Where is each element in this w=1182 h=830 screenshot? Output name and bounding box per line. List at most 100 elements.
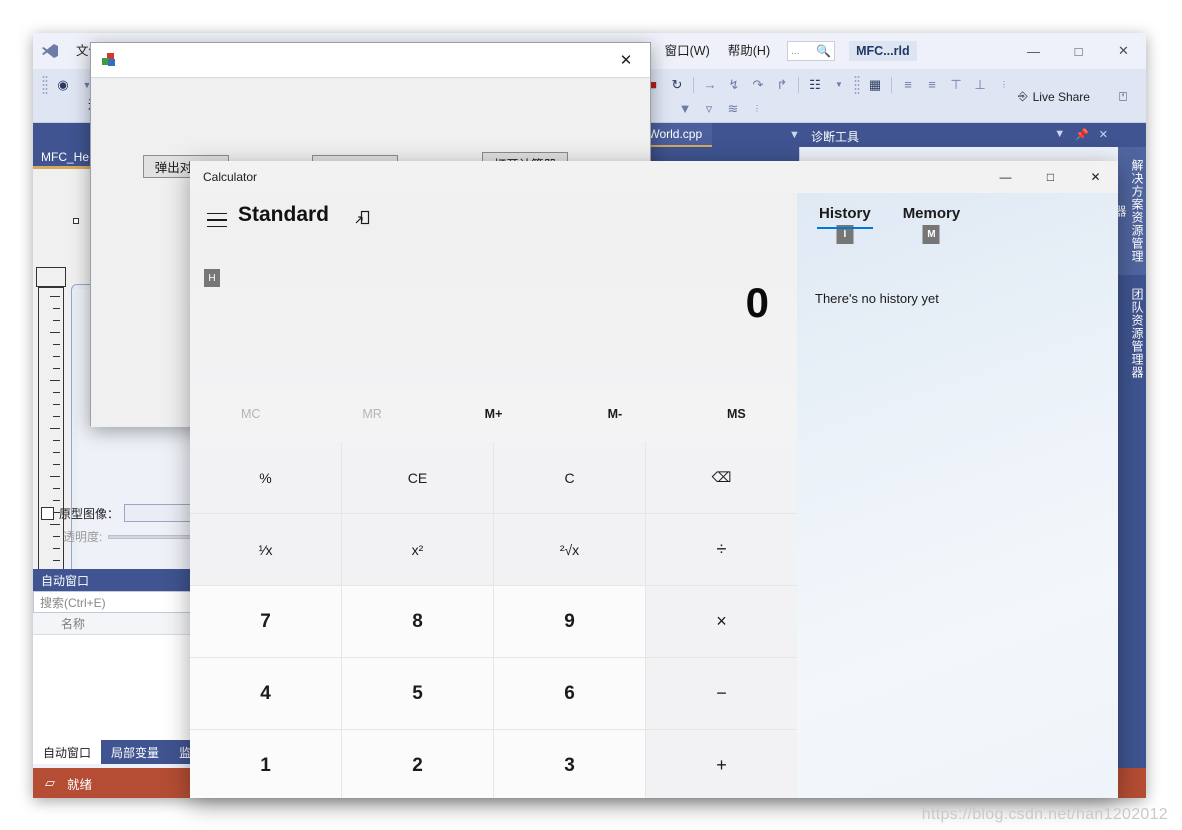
memory-subtract-button[interactable]: M- bbox=[554, 407, 675, 421]
key-square[interactable]: x² bbox=[342, 514, 493, 585]
chevron-down-icon[interactable]: ▼ bbox=[827, 73, 851, 97]
menu-window[interactable]: 窗口(W) bbox=[656, 33, 719, 69]
vs-window-controls: — □ ✕ bbox=[1011, 33, 1146, 69]
tab-overflow-icon[interactable]: ▼ bbox=[789, 129, 800, 141]
tab-history-access-key-badge: I bbox=[836, 225, 854, 244]
key-5[interactable]: 5 bbox=[342, 658, 493, 729]
size-icon[interactable]: ≋ bbox=[721, 97, 745, 121]
align-bottom-icon[interactable]: ⊥ bbox=[968, 73, 992, 97]
autos-column-name: 名称 bbox=[61, 617, 86, 631]
calculator-minimize-button[interactable]: — bbox=[983, 161, 1028, 193]
navigate-back-icon[interactable]: ◉ bbox=[51, 73, 75, 97]
tab-locals[interactable]: 局部变量 bbox=[101, 740, 169, 764]
tab-memory-access-key-badge: M bbox=[922, 225, 940, 244]
key-multiply[interactable]: × bbox=[646, 586, 797, 657]
screen-root: 文件(F) 扩展(X) 窗口(W) 帮助(H) ... 🔍 MFC...rld … bbox=[0, 0, 1182, 830]
key-7[interactable]: 7 bbox=[190, 586, 341, 657]
key-2[interactable]: 2 bbox=[342, 730, 493, 798]
mfc-close-button[interactable]: ✕ bbox=[606, 44, 646, 77]
live-share-icon: ⎆ bbox=[1018, 89, 1028, 103]
dock-tab-solution-explorer[interactable]: 解决方案资源管理器 bbox=[1113, 147, 1146, 275]
align-right-icon[interactable]: ≡ bbox=[920, 73, 944, 97]
prototype-image-checkbox[interactable] bbox=[41, 506, 54, 520]
tab-autos[interactable]: 自动窗口 bbox=[33, 740, 102, 764]
project-title: MFC...rld bbox=[849, 41, 917, 61]
key-divide[interactable]: ÷ bbox=[646, 514, 797, 585]
calculator-main-pane: Standard H 0 MC MR M+ M- MS % CE C ⌫ ¹∕x… bbox=[190, 193, 797, 798]
toolbar-grip[interactable] bbox=[42, 74, 48, 95]
step-over-icon[interactable]: → bbox=[698, 73, 722, 97]
vs-close-button[interactable]: ✕ bbox=[1101, 33, 1146, 69]
autos-search-placeholder: 搜索(Ctrl+E) bbox=[40, 595, 106, 610]
panel-close-icon[interactable]: ✕ bbox=[1099, 128, 1108, 141]
dock-tab-team-explorer[interactable]: 团队资源管理器 bbox=[1118, 279, 1146, 387]
key-backspace[interactable]: ⌫ bbox=[646, 442, 797, 513]
key-clear[interactable]: C bbox=[494, 442, 645, 513]
mode-access-key-badge: H bbox=[204, 269, 220, 287]
memory-clear-button[interactable]: MC bbox=[190, 407, 311, 421]
breakpoints-icon[interactable]: ☷ bbox=[803, 73, 827, 97]
overflow-icon[interactable]: ⋮ bbox=[745, 97, 769, 121]
mfc-app-icon bbox=[101, 52, 117, 68]
history-memory-tabs: History I Memory M bbox=[817, 205, 960, 244]
key-percent[interactable]: % bbox=[190, 442, 341, 513]
calculator-window: Calculator — □ ✕ Standard H 0 MC MR M+ M… bbox=[190, 161, 1118, 798]
ruler-thumb[interactable] bbox=[36, 267, 66, 287]
resize-handle[interactable] bbox=[73, 218, 79, 224]
key-3[interactable]: 3 bbox=[494, 730, 645, 798]
windows-list-icon[interactable]: ▦ bbox=[863, 73, 887, 97]
calculator-display: 0 bbox=[745, 279, 769, 326]
key-clear-entry[interactable]: CE bbox=[342, 442, 493, 513]
vs-search-text: ... bbox=[791, 45, 800, 57]
tab-history[interactable]: History I bbox=[817, 205, 873, 244]
vs-minimize-button[interactable]: — bbox=[1011, 33, 1056, 69]
overflow-icon[interactable]: ⋮ bbox=[992, 73, 1016, 97]
status-glyph-icon: ▱ bbox=[45, 775, 55, 790]
search-icon: 🔍 bbox=[816, 44, 832, 58]
calculator-titlebar: Calculator — □ ✕ bbox=[190, 161, 1118, 193]
align-top-icon[interactable]: ⊤ bbox=[944, 73, 968, 97]
key-add[interactable]: + bbox=[646, 730, 797, 798]
transparency-label: 透明度: bbox=[63, 530, 103, 544]
memory-add-button[interactable]: M+ bbox=[433, 407, 554, 421]
key-9[interactable]: 9 bbox=[494, 586, 645, 657]
calculator-window-controls: — □ ✕ bbox=[983, 161, 1118, 193]
prototype-image-label: 原型图像： bbox=[59, 506, 120, 521]
calculator-close-button[interactable]: ✕ bbox=[1073, 161, 1118, 193]
vs-search-box[interactable]: ... 🔍 bbox=[787, 41, 836, 61]
pin-icon[interactable]: 📌 bbox=[1075, 128, 1089, 141]
center-vertically-icon[interactable]: ▿ bbox=[697, 97, 721, 121]
menu-help[interactable]: 帮助(H) bbox=[719, 33, 779, 69]
send-feedback-icon[interactable]: ⍞ bbox=[1111, 85, 1135, 109]
memory-recall-button[interactable]: MR bbox=[311, 407, 432, 421]
center-horizontally-icon[interactable]: ▼ bbox=[673, 97, 697, 121]
key-4[interactable]: 4 bbox=[190, 658, 341, 729]
calculator-maximize-button[interactable]: □ bbox=[1028, 161, 1073, 193]
live-share-button[interactable]: ⎆ Live Share bbox=[1018, 89, 1090, 104]
key-8[interactable]: 8 bbox=[342, 586, 493, 657]
key-1[interactable]: 1 bbox=[190, 730, 341, 798]
calculator-history-pane: History I Memory M There's no history ye… bbox=[797, 193, 1118, 798]
restart-debug-icon[interactable]: ↻ bbox=[665, 73, 689, 97]
step-into-icon[interactable]: ↯ bbox=[722, 73, 746, 97]
vs-maximize-button[interactable]: □ bbox=[1056, 33, 1101, 69]
panel-menu-icon[interactable]: ▼ bbox=[1054, 128, 1065, 141]
step-back-icon[interactable]: ↷ bbox=[746, 73, 770, 97]
live-share-label: Live Share bbox=[1032, 89, 1090, 104]
keep-on-top-icon[interactable] bbox=[350, 207, 374, 229]
visual-studio-logo-icon bbox=[33, 33, 67, 69]
tab-memory[interactable]: Memory M bbox=[903, 205, 960, 244]
memory-store-button[interactable]: MS bbox=[676, 407, 797, 421]
right-dock-panel: 解决方案资源管理器 团队资源管理器 bbox=[1113, 147, 1146, 768]
key-square-root[interactable]: ²√x bbox=[494, 514, 645, 585]
diagnostics-panel-title: 诊断工具 bbox=[811, 130, 860, 144]
key-6[interactable]: 6 bbox=[494, 658, 645, 729]
calculator-title: Calculator bbox=[203, 170, 258, 184]
mfc-dialog-titlebar: ✕ bbox=[91, 43, 650, 78]
align-left-icon[interactable]: ≡ bbox=[896, 73, 920, 97]
tab-history-label: History bbox=[819, 205, 871, 222]
hamburger-icon[interactable] bbox=[202, 207, 232, 233]
key-subtract[interactable]: − bbox=[646, 658, 797, 729]
key-reciprocal[interactable]: ¹∕x bbox=[190, 514, 341, 585]
step-out-icon[interactable]: ↱ bbox=[770, 73, 794, 97]
